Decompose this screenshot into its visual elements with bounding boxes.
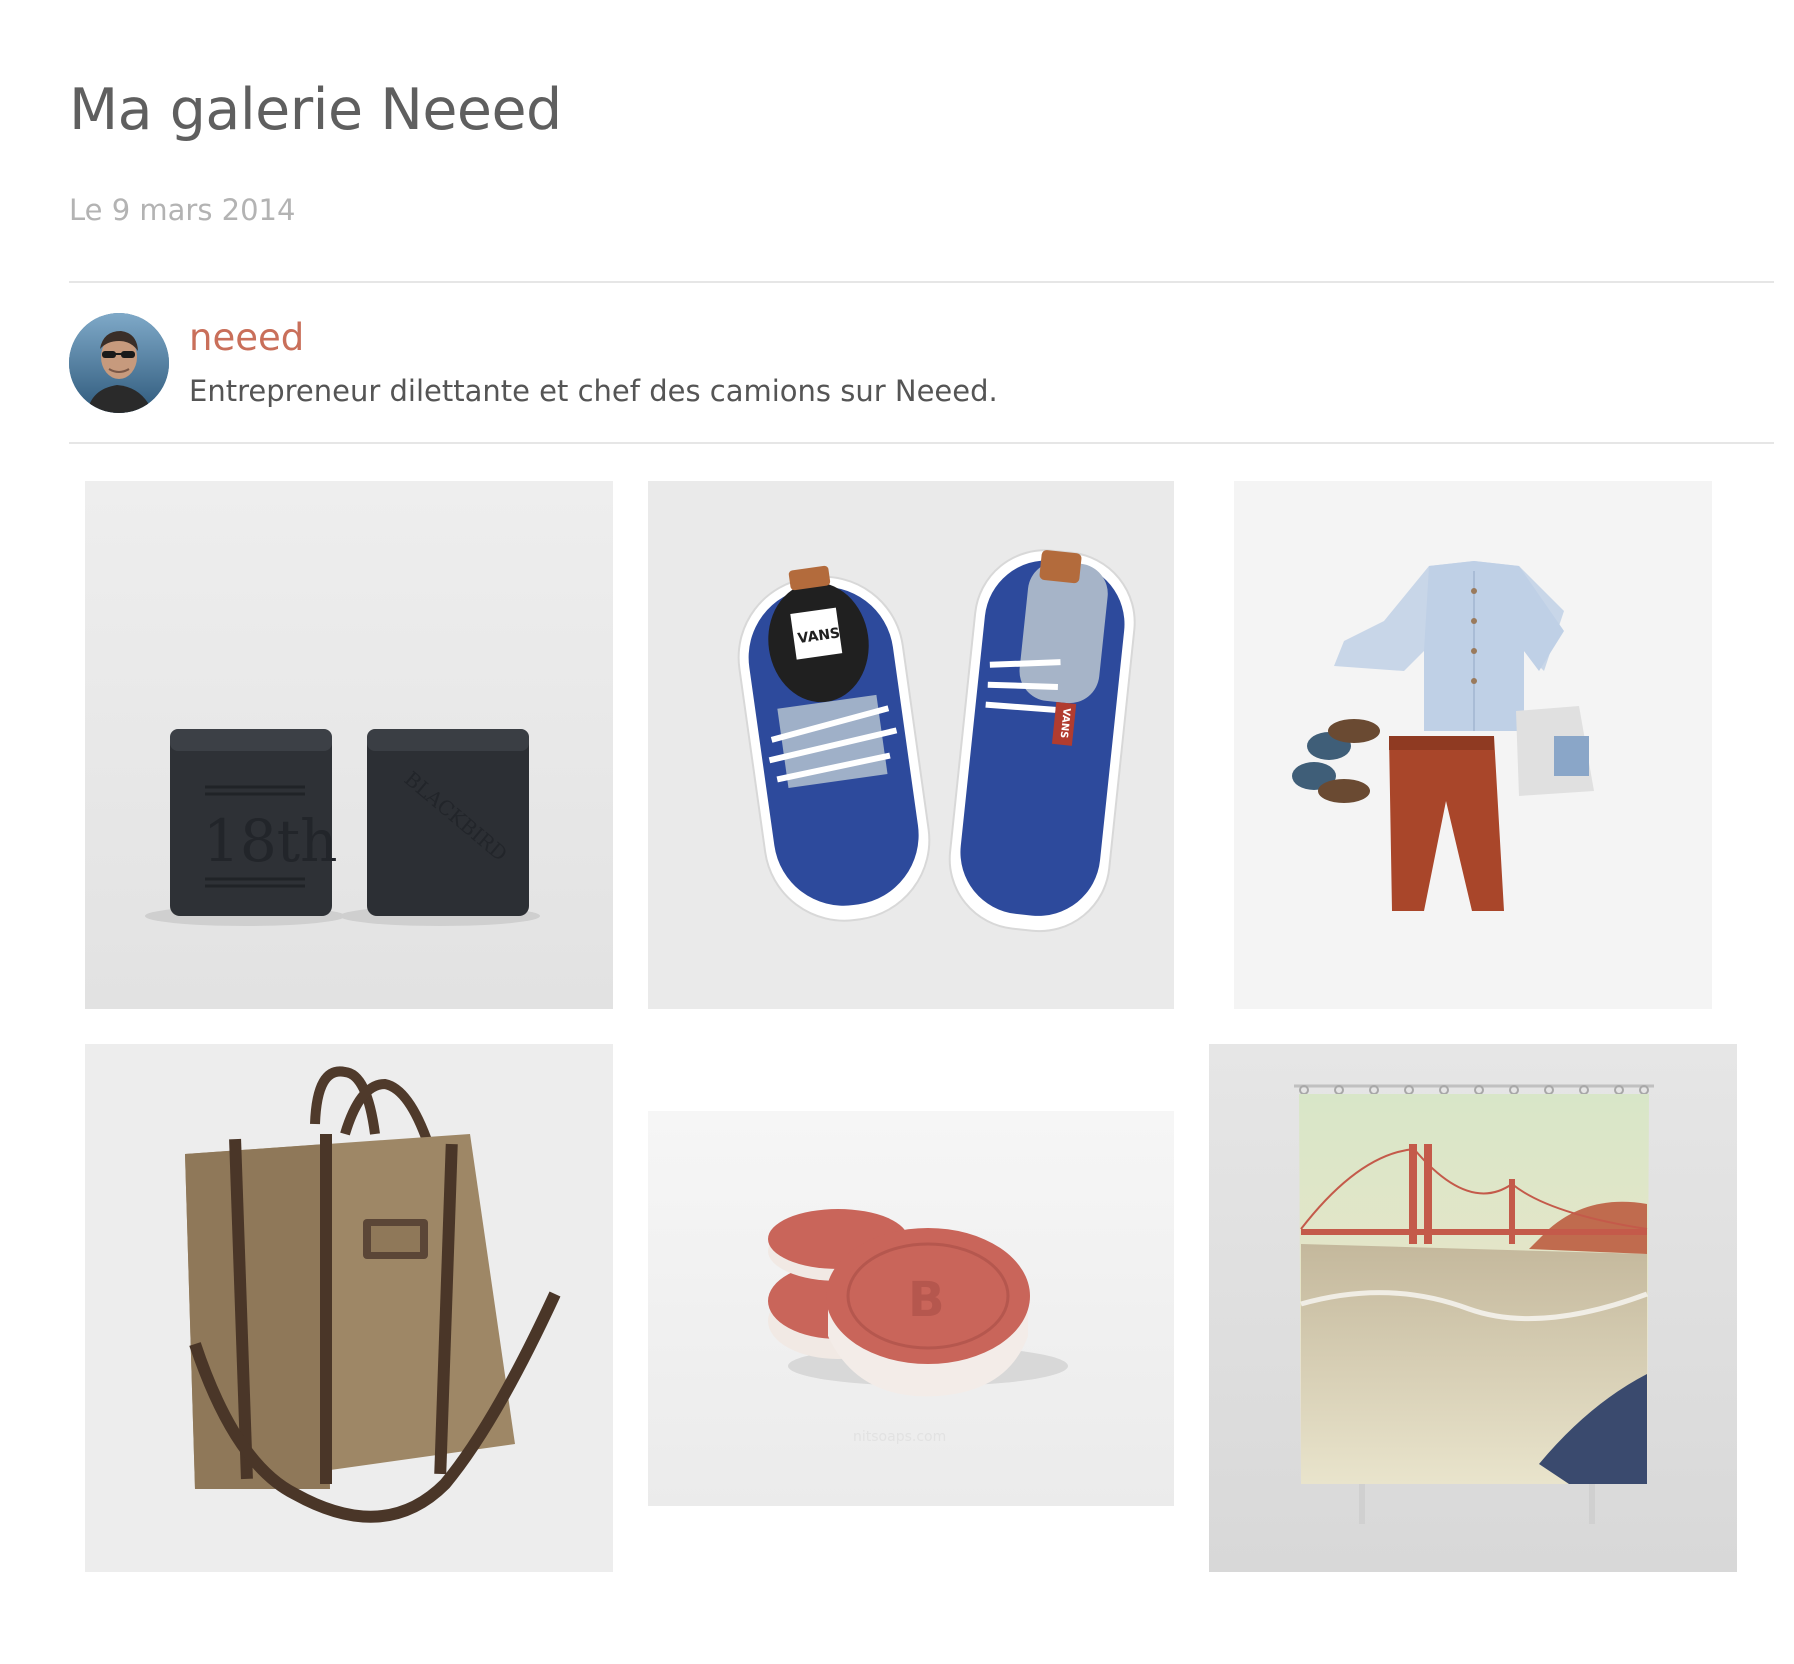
author-name-link[interactable]: neeed [189,313,304,363]
gallery-item-soap-cubes[interactable]: 18th BLACKBIRD [85,481,613,1009]
page-title: Ma galerie Neeed [69,77,562,143]
soap-cubes-image: 18th BLACKBIRD [85,481,613,1009]
gallery-post-page: Ma galerie Neeed Le 9 mars 2014 neeed En… [0,0,1794,1664]
bitcoin-soaps-image: B nitsoaps.com [648,1111,1174,1506]
gallery-item-shower-curtain[interactable] [1209,1044,1737,1572]
post-date: Le 9 mars 2014 [69,193,296,227]
gallery-item-sneakers[interactable]: VANS VANS [648,481,1174,1009]
tote-bag-image [85,1044,613,1572]
author-avatar-image [69,313,169,413]
author-bio: Entrepreneur dilettante et chef des cami… [189,374,998,408]
gallery-item-bitcoin-soaps[interactable]: B nitsoaps.com [648,1111,1174,1506]
gallery-item-tote-bag[interactable] [85,1044,613,1572]
gallery-item-kids-outfit[interactable] [1234,481,1712,1009]
kids-outfit-image [1234,481,1712,1009]
shower-curtain-image [1209,1044,1737,1572]
soap-coin-text: B [908,1272,945,1328]
divider-top [69,281,1774,283]
sneakers-image: VANS VANS [648,481,1174,1009]
soap-stamp-text: 18th [203,807,337,875]
author-box: neeed Entrepreneur dilettante et chef de… [69,313,1774,417]
soap-watermark-text: nitsoaps.com [853,1429,946,1445]
divider-bottom [69,442,1774,444]
author-avatar[interactable] [69,313,169,413]
